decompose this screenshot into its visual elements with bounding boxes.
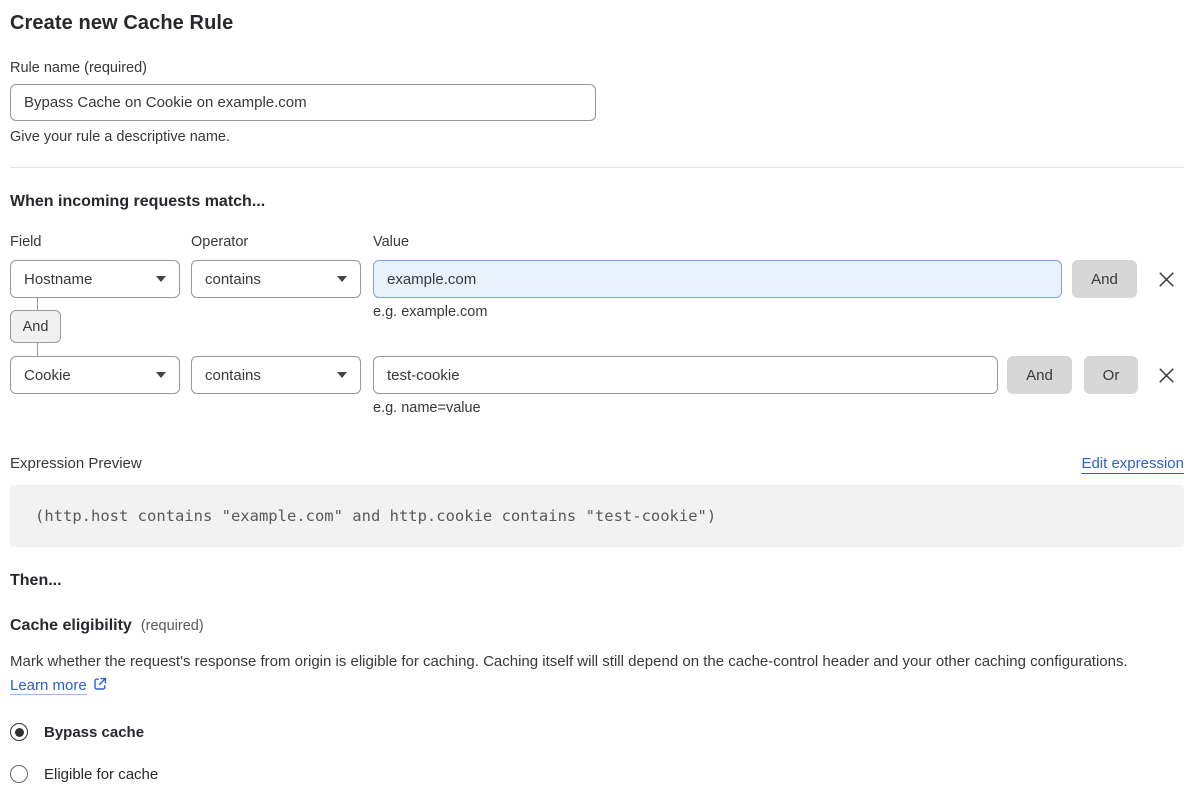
expression-preview-label: Expression Preview — [10, 455, 142, 472]
add-and-condition-button[interactable]: And — [1072, 260, 1137, 298]
close-icon — [1158, 367, 1174, 383]
add-or-condition-button[interactable]: Or — [1084, 356, 1138, 394]
rule-name-label: Rule name (required) — [10, 60, 148, 76]
operator-select[interactable]: contains — [191, 260, 361, 298]
value-input[interactable] — [373, 260, 1062, 298]
chevron-down-icon — [156, 372, 166, 378]
close-icon — [1158, 271, 1174, 287]
chevron-down-icon — [337, 372, 347, 378]
field-select[interactable]: Hostname — [10, 260, 180, 298]
radio-option-bypass-cache[interactable]: Bypass cache — [10, 723, 1184, 741]
section-divider — [10, 167, 1184, 168]
cache-eligibility-title: Cache eligibility — [10, 617, 132, 634]
operator-column-label: Operator — [191, 234, 249, 250]
add-and-condition-button[interactable]: And — [1007, 356, 1072, 394]
value-input[interactable] — [373, 356, 998, 394]
then-heading: Then... — [10, 572, 62, 589]
field-select-value: Hostname — [24, 270, 93, 288]
field-column-label: Field — [10, 234, 42, 250]
operator-select[interactable]: contains — [191, 356, 361, 394]
required-label: (required) — [140, 618, 204, 634]
field-select[interactable]: Cookie — [10, 356, 180, 394]
radio-button-icon — [10, 765, 28, 783]
chevron-down-icon — [156, 276, 166, 282]
radio-option-eligible-for-cache[interactable]: Eligible for cache — [10, 765, 1184, 783]
field-select-value: Cookie — [24, 366, 71, 384]
operator-select-value: contains — [205, 270, 261, 288]
radio-label: Eligible for cache — [44, 765, 159, 783]
remove-condition-button[interactable] — [1155, 364, 1177, 386]
match-heading: When incoming requests match... — [10, 193, 266, 210]
cache-eligibility-description: Mark whether the request's response from… — [10, 650, 1170, 698]
description-text: Mark whether the request's response from… — [10, 653, 1128, 670]
condition-column-headers: Field Operator Value — [10, 234, 1184, 250]
page-title: Create new Cache Rule — [10, 12, 234, 34]
value-column-label: Value — [373, 234, 410, 250]
radio-label: Bypass cache — [44, 723, 145, 741]
operator-select-value: contains — [205, 366, 261, 384]
external-link-icon — [94, 677, 106, 690]
rule-name-help: Give your rule a descriptive name. — [10, 129, 231, 145]
rule-name-input[interactable] — [10, 84, 596, 121]
expression-header: Expression Preview Edit expression — [10, 455, 1184, 474]
condition-row-2: Cookie contains And Or e.g. name=value — [10, 356, 1184, 416]
and-connector-button[interactable]: And — [10, 298, 61, 356]
create-cache-rule-form: Create new Cache Rule Rule name (require… — [10, 0, 1184, 783]
condition-row-1: Hostname contains And e.g. example.com — [10, 260, 1184, 320]
value-hint: e.g. example.com — [373, 304, 488, 320]
learn-more-link[interactable]: Learn more — [10, 677, 87, 695]
chevron-down-icon — [337, 276, 347, 282]
remove-condition-button[interactable] — [1155, 268, 1177, 290]
edit-expression-link[interactable]: Edit expression — [1081, 455, 1184, 474]
radio-button-icon — [10, 723, 28, 741]
cache-eligibility-heading: Cache eligibility (required) — [10, 617, 1184, 635]
expression-code: (http.host contains "example.com" and ht… — [10, 485, 1184, 547]
value-hint: e.g. name=value — [373, 400, 481, 416]
